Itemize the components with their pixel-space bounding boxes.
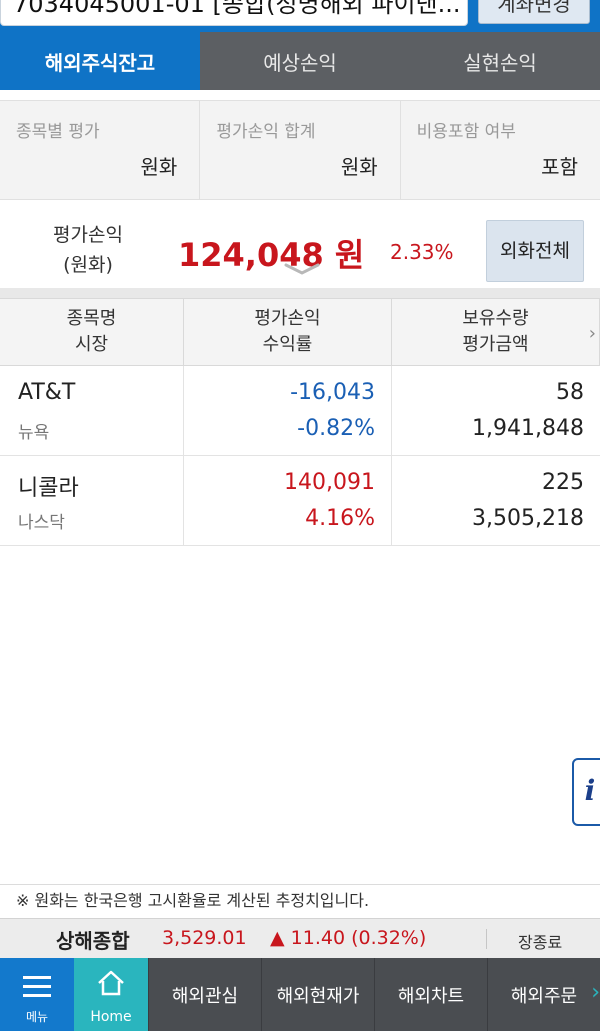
header-line1: 종목명: [66, 308, 117, 329]
index-ticker[interactable]: 상해종합 3,529.01 ▲ 11.40 (0.32%) 장종료: [0, 918, 600, 958]
stock-qty: 58: [556, 380, 584, 405]
filter-label: 종목별 평가: [16, 122, 100, 142]
stock-market: 나스닥: [18, 513, 65, 533]
menu-label: 메뉴: [25, 1010, 49, 1024]
stock-value: 1,941,848: [472, 416, 584, 441]
table-header: 종목명 시장 평가손익 수익률 보유수량 평가금액 ›: [0, 298, 600, 366]
stock-market: 뉴욕: [18, 423, 50, 443]
home-icon: [98, 970, 124, 996]
index-name: 상해종합: [56, 929, 130, 953]
account-number: 7034045001-01: [13, 0, 205, 18]
header-line1: 평가손익: [254, 308, 321, 329]
info-icon[interactable]: i: [572, 758, 600, 826]
cell-pnl: 140,091 4.16%: [184, 456, 392, 545]
summary-label: 평가손익 (원화): [28, 220, 148, 280]
tab-bar: 해외주식잔고 예상손익 실현손익: [0, 32, 600, 90]
nav-item-watchlist[interactable]: 해외관심: [148, 958, 261, 1031]
divider: [486, 929, 487, 949]
summary-amount: 124,048 원: [178, 236, 365, 274]
nav-item-chart[interactable]: 해외차트: [374, 958, 487, 1031]
stock-value: 3,505,218: [472, 506, 584, 531]
summary-label-line1: 평가손익: [53, 224, 123, 246]
account-bar: 7034045001-01 [종합(정명해외 파이낸... 계좌변경: [0, 0, 600, 32]
stock-qty: 225: [542, 470, 584, 495]
stock-rate: -0.82%: [297, 416, 375, 441]
filter-label: 평가손익 합계: [216, 122, 316, 142]
stock-rate: 4.16%: [305, 506, 375, 531]
chevron-down-icon[interactable]: [284, 262, 320, 276]
summary-label-line2: (원화): [63, 254, 113, 276]
table-row[interactable]: 니콜라 나스닥 140,091 4.16% 225 3,505,218: [0, 456, 600, 546]
summary-rate: 2.33%: [390, 240, 454, 264]
holdings-table: 종목명 시장 평가손익 수익률 보유수량 평가금액 › AT&T 뉴욕 -16,…: [0, 298, 600, 546]
exchange-rate-notice: ※ 원화는 한국은행 고시환율로 계산된 추정치입니다.: [0, 884, 600, 918]
header-line1: 보유수량: [462, 308, 529, 329]
header-qty-value: 보유수량 평가금액: [392, 299, 600, 365]
change-account-button[interactable]: 계좌변경: [478, 0, 590, 24]
home-label: Home: [90, 1009, 132, 1025]
stock-name: AT&T: [18, 380, 76, 405]
stock-pnl: 140,091: [284, 470, 375, 495]
stock-name: 니콜라: [18, 476, 79, 501]
filter-item-valuation-basis[interactable]: 종목별 평가 원화: [0, 101, 201, 199]
account-selector[interactable]: 7034045001-01 [종합(정명해외 파이낸...: [0, 0, 468, 26]
bottom-nav: 메뉴 Home 해외관심 해외현재가 해외차트 해외주문 ›: [0, 958, 600, 1031]
index-value: 3,529.01: [162, 927, 247, 949]
filter-item-pnl-total[interactable]: 평가손익 합계 원화: [200, 101, 401, 199]
header-line2: 수익률: [262, 334, 313, 355]
cell-pnl: -16,043 -0.82%: [184, 366, 392, 455]
chevron-right-icon[interactable]: ›: [589, 323, 596, 344]
market-status: 장종료: [518, 933, 563, 952]
table-row[interactable]: AT&T 뉴욕 -16,043 -0.82% 58 1,941,848: [0, 366, 600, 456]
cell-name: AT&T 뉴욕: [0, 366, 184, 455]
filter-label: 비용포함 여부: [416, 122, 516, 142]
foreign-currency-all-button[interactable]: 외화전체: [486, 220, 584, 282]
cell-qty: 225 3,505,218: [392, 456, 600, 545]
cell-name: 니콜라 나스닥: [0, 456, 184, 545]
tab-realized-pnl[interactable]: 실현손익: [400, 32, 600, 90]
nav-item-current-price[interactable]: 해외현재가: [261, 958, 374, 1031]
header-pnl-rate: 평가손익 수익률: [184, 299, 392, 365]
stock-pnl: -16,043: [290, 380, 375, 405]
account-name: [종합(정명해외 파이낸...: [212, 0, 461, 18]
chevron-right-icon[interactable]: ›: [591, 980, 600, 1005]
index-change: ▲ 11.40 (0.32%): [270, 927, 427, 949]
home-button[interactable]: Home: [74, 958, 148, 1031]
filter-value: 원화: [340, 155, 378, 179]
nav-item-order[interactable]: 해외주문: [487, 958, 600, 1031]
pnl-summary: 평가손익 (원화) 124,048 원 2.33% 외화전체: [0, 212, 600, 288]
tab-overseas-balance[interactable]: 해외주식잔고: [0, 32, 200, 90]
header-line2: 시장: [74, 334, 109, 355]
filter-value: 원화: [140, 155, 178, 179]
filter-item-include-costs[interactable]: 비용포함 여부 포함: [401, 101, 600, 199]
header-name-market: 종목명 시장: [0, 299, 184, 365]
filter-value: 포함: [541, 155, 578, 179]
divider: [0, 288, 600, 298]
tab-expected-pnl[interactable]: 예상손익: [200, 32, 400, 90]
filter-panel: 종목별 평가 원화 평가손익 합계 원화 비용포함 여부 포함: [0, 100, 600, 200]
hamburger-icon: [23, 976, 51, 997]
header-line2: 평가금액: [462, 334, 529, 355]
menu-button[interactable]: 메뉴: [0, 958, 74, 1031]
cell-qty: 58 1,941,848: [392, 366, 600, 455]
